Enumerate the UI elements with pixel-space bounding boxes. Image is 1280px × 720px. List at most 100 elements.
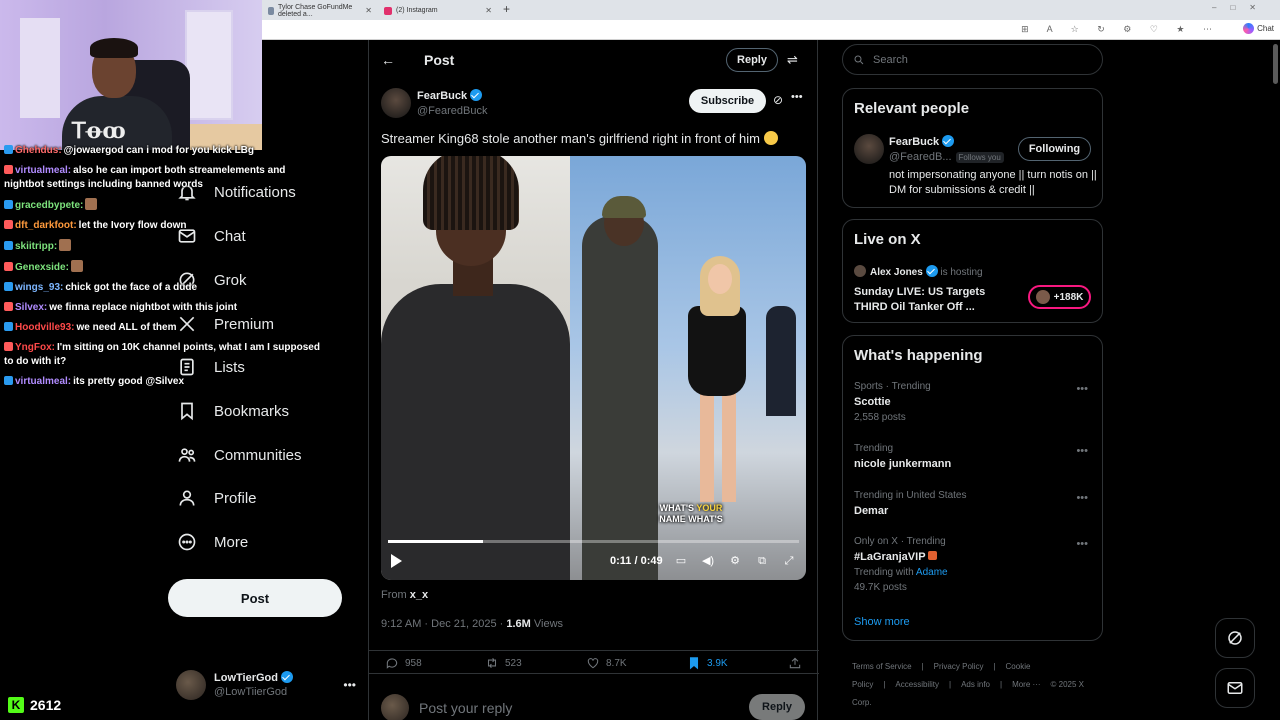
relevant-person-bio: not impersonating anyone || turn notis o… xyxy=(889,169,1097,196)
card-title: Relevant people xyxy=(854,100,970,117)
trend-emoji-icon xyxy=(928,551,938,560)
post-text-content: Streamer King68 stole another man's girl… xyxy=(381,131,760,146)
trend-more-icon[interactable]: ••• xyxy=(1076,445,1088,457)
more-dots-icon[interactable]: ••• xyxy=(343,678,356,692)
trend-more-icon[interactable]: ••• xyxy=(1076,492,1088,504)
relevant-person-name[interactable]: FearBuck xyxy=(889,136,939,148)
share-icon xyxy=(789,657,801,669)
author-handle[interactable]: @FearedBuck xyxy=(417,105,487,117)
settings-sliders-icon[interactable]: ⇌ xyxy=(787,52,798,68)
nav-communities[interactable]: Communities xyxy=(176,444,302,466)
account-switcher[interactable]: LowTierGod @LowTiierGod ••• xyxy=(176,668,356,702)
search-bar[interactable] xyxy=(842,44,1103,75)
nav-more[interactable]: More xyxy=(176,531,248,553)
compose-post-button[interactable]: Post xyxy=(168,579,342,617)
whats-happening-card: What's happening Sports · Trending Scott… xyxy=(842,335,1103,641)
relevant-person-handle-row: @FearedB... Follows you xyxy=(889,151,1004,163)
footer-separator: | xyxy=(921,662,924,671)
relevant-person-name-row[interactable]: FearBuck xyxy=(889,135,955,148)
reply-submit-button[interactable]: Reply xyxy=(749,694,805,720)
footer-link[interactable]: Ads info xyxy=(961,680,990,689)
search-input[interactable] xyxy=(873,53,1073,66)
trend-with-link[interactable]: Adame xyxy=(916,567,948,578)
show-more-link[interactable]: Show more xyxy=(854,616,910,628)
reply-input[interactable] xyxy=(419,697,699,719)
fullscreen-icon[interactable]: ⤢ xyxy=(782,554,796,568)
footer-link[interactable]: Terms of Service xyxy=(852,662,912,671)
volume-icon[interactable]: ◀) xyxy=(701,554,715,568)
trend-more-icon[interactable]: ••• xyxy=(1076,538,1088,550)
from-source-link[interactable]: x_x xyxy=(410,589,428,601)
trend-count: 2,558 posts xyxy=(854,412,906,423)
chat-badge-icon xyxy=(4,165,13,174)
picture-in-picture-icon[interactable]: ⧉ xyxy=(755,554,769,568)
share-action[interactable] xyxy=(788,656,802,670)
browser-toolbar-icons[interactable]: ⊞ A ☆ ↻ ⚙ ♡ ★ ⋯ xyxy=(1021,24,1220,35)
footer-link[interactable]: Privacy Policy xyxy=(934,662,984,671)
footer-link[interactable]: More ··· xyxy=(1012,680,1040,689)
profile-icon xyxy=(176,487,198,509)
relevant-person-handle[interactable]: @FearedB... xyxy=(889,151,952,163)
trend-item[interactable]: Sports · Trending Scottie 2,558 posts ••… xyxy=(854,381,1094,423)
verified-badge-icon xyxy=(470,89,483,101)
crying-laughing-emoji-icon xyxy=(763,131,778,145)
play-icon[interactable] xyxy=(391,554,402,568)
captions-icon[interactable]: ▭ xyxy=(674,554,688,568)
footer-link[interactable]: Accessibility xyxy=(895,680,939,689)
verified-badge-icon xyxy=(281,671,294,683)
nav-profile[interactable]: Profile xyxy=(176,487,257,509)
chat-text: let the Ivory flow down xyxy=(78,220,187,231)
bookmark-action[interactable]: 3.9K xyxy=(687,656,728,670)
reply-action[interactable]: 958 xyxy=(385,656,422,670)
chat-username: virtualmeal: xyxy=(15,376,72,387)
window-controls[interactable]: –□✕ xyxy=(1212,3,1270,12)
chat-badge-icon xyxy=(4,262,13,271)
following-button[interactable]: Following xyxy=(1018,137,1091,161)
grok-floating-button[interactable] xyxy=(1215,618,1255,658)
nav-bookmarks[interactable]: Bookmarks xyxy=(176,400,289,422)
post-timestamp[interactable]: 9:12 AM · Dec 21, 2025 · xyxy=(381,618,506,630)
live-listener-badge[interactable]: +188K xyxy=(1028,285,1091,309)
bookmark-filled-icon xyxy=(689,657,699,670)
trend-item[interactable]: Only on X · Trending #LaGranjaVIP Trendi… xyxy=(854,536,1094,593)
like-action[interactable]: 8.7K xyxy=(586,656,627,670)
chat-message: virtualmeal: also he can import both stre… xyxy=(4,164,322,192)
author-avatar[interactable] xyxy=(381,88,411,118)
settings-gear-icon[interactable]: ⚙ xyxy=(728,554,742,568)
grok-explain-icon[interactable]: ⊘ xyxy=(773,93,783,107)
chat-badge-icon xyxy=(4,200,13,209)
messages-floating-button[interactable] xyxy=(1215,668,1255,708)
author-name-row[interactable]: FearBuck xyxy=(417,89,483,102)
live-host-name: Alex Jones xyxy=(870,267,923,278)
new-tab-button[interactable]: + xyxy=(503,2,510,16)
page-title: Post xyxy=(424,52,455,68)
chat-text: we finna replace nightbot with this join… xyxy=(49,302,238,313)
search-icon xyxy=(854,55,864,64)
back-arrow-icon[interactable]: ← xyxy=(381,52,395,68)
tab-close-icon[interactable]: ✕ xyxy=(365,6,372,15)
tab-close-icon[interactable]: ✕ xyxy=(485,6,492,15)
live-on-x-card[interactable]: Live on X Alex Jones is hosting Sunday L… xyxy=(842,219,1103,323)
chat-username: dft_darkfoot: xyxy=(15,220,77,231)
browser-tab-gofundme[interactable]: Tylor Chase GoFundMe deleted a... ✕ xyxy=(262,2,378,19)
chat-username: Genexside: xyxy=(15,262,69,273)
trend-item[interactable]: Trending nicole junkermann ••• xyxy=(854,443,1094,470)
video-player[interactable]: WHAT'S YOUR NAME WHAT'S 0:11 / 0:49 ▭ ◀)… xyxy=(381,156,806,580)
video-progress-bar[interactable] xyxy=(388,540,799,543)
relevant-person-avatar[interactable] xyxy=(854,134,884,164)
live-stream-title[interactable]: Sunday LIVE: US Targets THIRD Oil Tanker… xyxy=(854,285,1004,315)
subtitle-pre: WHAT'S xyxy=(659,503,695,513)
copilot-button[interactable]: Chat xyxy=(1243,23,1274,34)
browser-tab-instagram[interactable]: (2) Instagram ✕ xyxy=(378,2,498,19)
trend-more-icon[interactable]: ••• xyxy=(1076,383,1088,395)
verified-badge-icon xyxy=(942,135,955,147)
page-scrollbar[interactable] xyxy=(1273,44,1278,84)
trend-item[interactable]: Trending in United States Demar ••• xyxy=(854,490,1094,517)
repost-action[interactable]: 523 xyxy=(485,656,522,670)
nav-label: Profile xyxy=(214,489,257,507)
reply-header-button[interactable]: Reply xyxy=(726,48,778,72)
post-more-icon[interactable]: ••• xyxy=(791,91,803,103)
author-display-name[interactable]: FearBuck xyxy=(417,90,467,102)
subscribe-button[interactable]: Subscribe xyxy=(689,89,766,113)
follows-you-badge: Follows you xyxy=(955,151,1004,163)
